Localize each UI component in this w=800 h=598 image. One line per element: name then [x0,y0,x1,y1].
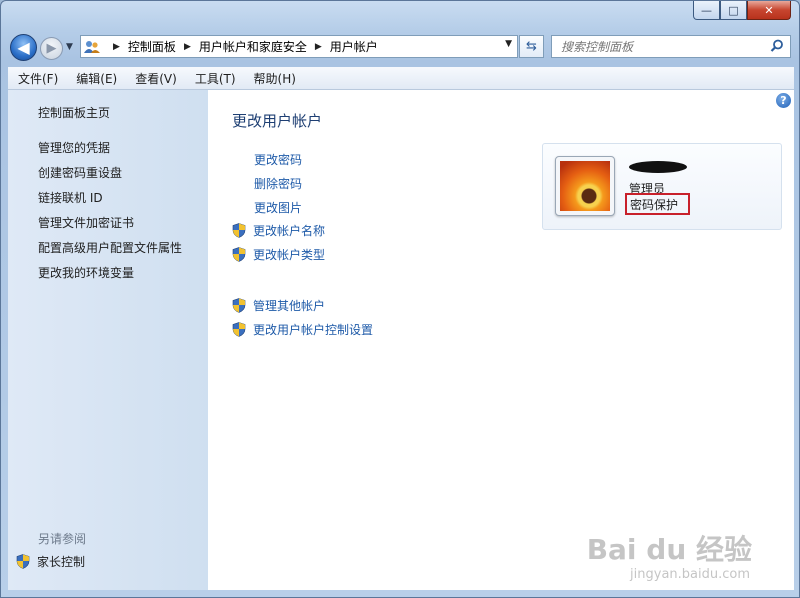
watermark-url: jingyan.baidu.com [630,567,750,582]
sidebar-item-file-encryption-certs[interactable]: 管理文件加密证书 [38,214,134,231]
close-button[interactable]: ✕ [747,1,791,20]
watermark: Bai du 经验 [586,533,752,566]
breadcrumb-separator-icon[interactable]: ▶ [184,42,191,52]
control-panel-window: — □ ✕ ◀ ▶ ▼ ▶ 控制面板 ▶ 用户帐户和家庭安全 ▶ 用户帐户 ▼ … [0,0,800,598]
address-bar[interactable]: ▶ 控制面板 ▶ 用户帐户和家庭安全 ▶ 用户帐户 ▼ [80,35,518,58]
minimize-button[interactable]: — [693,1,720,20]
uac-settings-link[interactable]: 更改用户帐户控制设置 [232,321,373,338]
menu-view[interactable]: 查看(V) [125,70,185,87]
change-picture-link[interactable]: 更改图片 [254,199,302,216]
refresh-button[interactable]: ⇆ [519,35,544,58]
arrow-left-icon: ◀ [17,38,30,57]
help-icon[interactable]: ? [776,93,791,108]
sidebar-item-parental-controls[interactable]: 家长控制 [16,553,85,570]
forward-button[interactable]: ▶ [40,37,63,60]
remove-password-link[interactable]: 删除密码 [254,175,302,192]
arrow-right-icon: ▶ [46,41,57,56]
page-title: 更改用户帐户 [232,112,323,130]
sidebar-item-manage-credentials[interactable]: 管理您的凭据 [38,139,110,156]
menu-help[interactable]: 帮助(H) [244,70,304,87]
caption-buttons: — □ ✕ [693,1,791,20]
address-dropdown-icon[interactable]: ▼ [505,39,512,49]
users-icon [83,39,101,54]
shield-icon [16,554,30,569]
avatar [555,156,615,216]
search-input[interactable] [559,38,763,55]
breadcrumb-user-accounts[interactable]: 用户帐户 [330,38,378,55]
menu-file[interactable]: 文件(F) [8,70,66,87]
sidebar: 控制面板主页 管理您的凭据 创建密码重设盘 链接联机 ID 管理文件加密证书 配… [8,90,208,590]
maximize-button[interactable]: □ [720,1,747,20]
sidebar-item-advanced-profile[interactable]: 配置高级用户配置文件属性 [38,239,182,256]
back-button[interactable]: ◀ [10,34,37,61]
menu-edit[interactable]: 编辑(E) [66,70,125,87]
change-password-link[interactable]: 更改密码 [254,151,302,168]
account-card: 管理员 密码保护 [542,143,782,230]
shield-icon [232,298,246,313]
breadcrumb-user-accounts-family[interactable]: 用户帐户和家庭安全 [199,38,307,55]
parental-controls-label[interactable]: 家长控制 [37,553,85,570]
change-account-name-label[interactable]: 更改帐户名称 [253,222,325,239]
sidebar-item-password-reset-disk[interactable]: 创建密码重设盘 [38,164,122,181]
password-status-label: 密码保护 [630,197,679,212]
content-area: 控制面板主页 管理您的凭据 创建密码重设盘 链接联机 ID 管理文件加密证书 配… [8,90,794,590]
manage-other-accounts-link[interactable]: 管理其他帐户 [232,297,325,314]
change-account-type-link[interactable]: 更改帐户类型 [232,246,325,263]
uac-settings-label[interactable]: 更改用户帐户控制设置 [253,321,373,338]
change-account-type-label[interactable]: 更改帐户类型 [253,246,325,263]
shield-icon [232,223,246,238]
password-status: 密码保护 [625,193,690,215]
sidebar-item-control-panel-home[interactable]: 控制面板主页 [38,104,110,121]
menu-bar: 文件(F) 编辑(E) 查看(V) 工具(T) 帮助(H) [8,67,794,90]
search-box[interactable] [551,35,791,58]
menu-tools[interactable]: 工具(T) [185,70,244,87]
breadcrumb: ▶ 控制面板 ▶ 用户帐户和家庭安全 ▶ 用户帐户 [105,38,378,55]
manage-other-accounts-label[interactable]: 管理其他帐户 [253,297,325,314]
recent-pages-dropdown[interactable]: ▼ [66,42,73,52]
redacted-username [629,161,687,173]
refresh-icon: ⇆ [526,39,537,54]
breadcrumb-separator-icon[interactable]: ▶ [113,42,120,52]
sidebar-item-environment-variables[interactable]: 更改我的环境变量 [38,264,134,281]
shield-icon [232,247,246,262]
flower-picture-icon [560,161,610,211]
search-icon[interactable] [770,39,784,56]
see-also-heading: 另请参阅 [38,532,87,546]
breadcrumb-control-panel[interactable]: 控制面板 [128,38,176,55]
breadcrumb-separator-icon[interactable]: ▶ [315,42,322,52]
shield-icon [232,322,246,337]
sidebar-item-link-online-id[interactable]: 链接联机 ID [38,189,103,206]
change-account-name-link[interactable]: 更改帐户名称 [232,222,325,239]
